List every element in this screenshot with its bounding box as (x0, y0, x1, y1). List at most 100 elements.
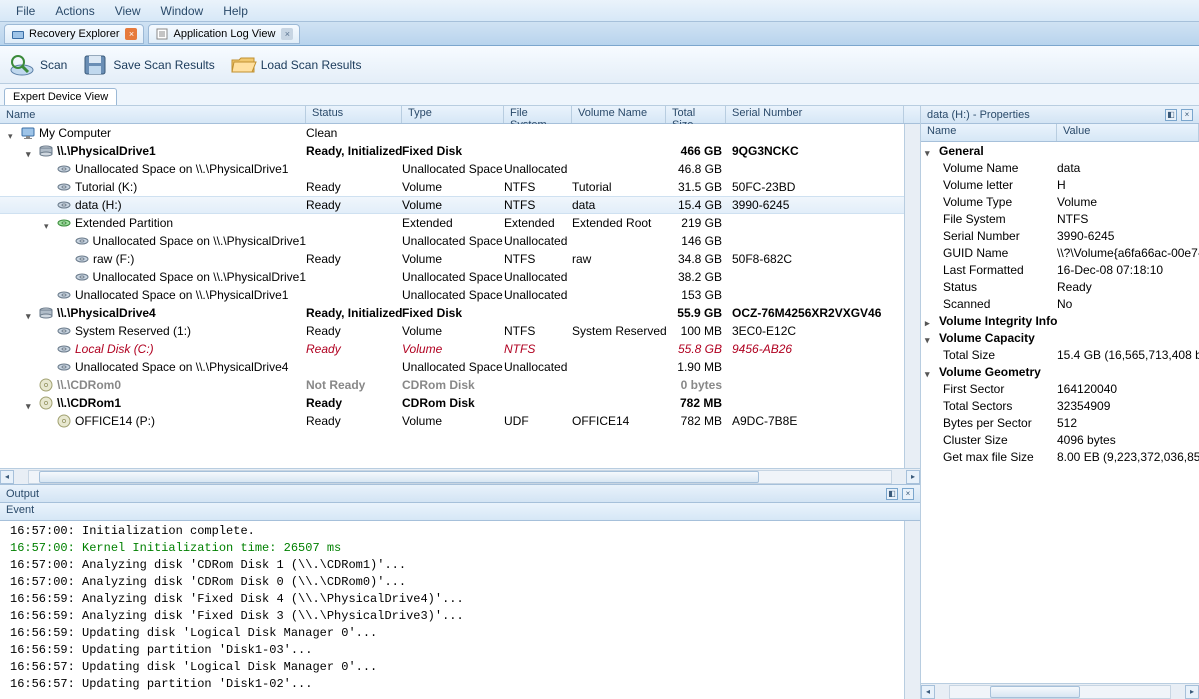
menu-actions[interactable]: Actions (45, 2, 104, 20)
output-title: Output ◧ × (0, 485, 920, 503)
property-row[interactable]: Last Formatted16-Dec-08 07:18:10 (921, 261, 1199, 278)
property-row[interactable]: Volume Namedata (921, 159, 1199, 176)
tree-row[interactable]: Unallocated Space on \\.\PhysicalDrive1U… (0, 286, 904, 304)
close-icon[interactable]: × (1181, 109, 1193, 121)
menu-help[interactable]: Help (213, 2, 258, 20)
row-fs: Unallocated (504, 162, 572, 176)
menu-window[interactable]: Window (151, 2, 214, 20)
tree-row[interactable]: Tutorial (K:)ReadyVolumeNTFSTutorial31.5… (0, 178, 904, 196)
prop-value: 512 (1057, 416, 1199, 430)
properties-panel: data (H:) - Properties ◧ × Name Value Ge… (921, 106, 1199, 699)
col-status[interactable]: Status (306, 106, 402, 123)
property-row[interactable]: Get max file Size8.00 EB (9,223,372,036,… (921, 448, 1199, 465)
device-tree[interactable]: My ComputerClean\\.\PhysicalDrive1Ready,… (0, 124, 904, 468)
property-group[interactable]: Volume Geometry (921, 363, 1199, 380)
expand-icon[interactable] (8, 128, 19, 139)
col-fs[interactable]: File System (504, 106, 572, 123)
cd-icon (57, 414, 71, 428)
log-line: 16:56:59: Analyzing disk 'Fixed Disk 4 (… (10, 591, 894, 608)
tree-row[interactable]: System Reserved (1:)ReadyVolumeNTFSSyste… (0, 322, 904, 340)
expand-icon[interactable] (925, 315, 936, 326)
tree-row[interactable]: Unallocated Space on \\.\PhysicalDrive1U… (0, 160, 904, 178)
close-icon[interactable]: × (281, 28, 293, 40)
scroll-left-icon[interactable]: ◂ (921, 685, 935, 699)
tree-hscroll[interactable]: ◂ ▸ (0, 468, 920, 484)
pin-icon[interactable]: ◧ (1165, 109, 1177, 121)
expand-icon[interactable] (925, 145, 936, 156)
output-col-event[interactable]: Event (0, 503, 920, 521)
tree-row[interactable]: \\.\PhysicalDrive4Ready, InitializedFixe… (0, 304, 904, 322)
row-tsize: 34.8 GB (666, 252, 726, 266)
property-row[interactable]: Volume TypeVolume (921, 193, 1199, 210)
save-scan-button[interactable]: Save Scan Results (81, 52, 214, 78)
col-serial[interactable]: Serial Number (726, 106, 904, 123)
col-prop-value[interactable]: Value (1057, 124, 1199, 141)
property-row[interactable]: Total Size15.4 GB (16,565,713,408 by (921, 346, 1199, 363)
col-vname[interactable]: Volume Name (572, 106, 666, 123)
expand-icon[interactable] (26, 308, 37, 319)
scroll-thumb[interactable] (39, 471, 759, 483)
expert-device-view-tab[interactable]: Expert Device View (4, 88, 117, 105)
scan-button[interactable]: Scan (8, 52, 67, 78)
expand-icon[interactable] (925, 366, 936, 377)
property-row[interactable]: Serial Number3990-6245 (921, 227, 1199, 244)
expand-icon[interactable] (26, 398, 37, 409)
tree-row[interactable]: Unallocated Space on \\.\PhysicalDrive4U… (0, 358, 904, 376)
expand-icon[interactable] (26, 146, 37, 157)
expand-icon[interactable] (44, 218, 55, 229)
close-icon[interactable]: × (125, 28, 137, 40)
property-row[interactable]: File SystemNTFS (921, 210, 1199, 227)
pin-icon[interactable]: ◧ (886, 488, 898, 500)
tree-row[interactable]: Local Disk (C:)ReadyVolumeNTFS55.8 GB945… (0, 340, 904, 358)
menu-file[interactable]: File (6, 2, 45, 20)
property-group[interactable]: Volume Capacity (921, 329, 1199, 346)
cd-icon (39, 378, 53, 392)
tree-row[interactable]: \\.\CDRom1ReadyCDRom Disk782 MB (0, 394, 904, 412)
tree-vscroll[interactable] (904, 124, 920, 468)
scroll-right-icon[interactable]: ▸ (906, 470, 920, 484)
tree-row[interactable]: Unallocated Space on \\.\PhysicalDrive1U… (0, 232, 904, 250)
close-icon[interactable]: × (902, 488, 914, 500)
row-tsize: 46.8 GB (666, 162, 726, 176)
ext-icon (57, 216, 71, 230)
scroll-right-icon[interactable]: ▸ (1185, 685, 1199, 699)
tab-app-log[interactable]: Application Log View × (148, 24, 300, 44)
row-name: Extended Partition (75, 216, 173, 230)
row-tsize: 31.5 GB (666, 180, 726, 194)
property-row[interactable]: ScannedNo (921, 295, 1199, 312)
tree-row[interactable]: OFFICE14 (P:)ReadyVolumeUDFOFFICE14782 M… (0, 412, 904, 430)
row-tsize: 100 MB (666, 324, 726, 338)
property-row[interactable]: Cluster Size4096 bytes (921, 431, 1199, 448)
expand-icon[interactable] (925, 332, 936, 343)
tree-row[interactable]: \\.\PhysicalDrive1Ready, InitializedFixe… (0, 142, 904, 160)
property-row[interactable]: StatusReady (921, 278, 1199, 295)
output-vscroll[interactable] (904, 521, 920, 699)
prop-value: No (1057, 297, 1199, 311)
tree-row[interactable]: Extended PartitionExtendedExtendedExtend… (0, 214, 904, 232)
tree-row[interactable]: data (H:)ReadyVolumeNTFSdata15.4 GB3990-… (0, 196, 904, 214)
property-group[interactable]: General (921, 142, 1199, 159)
property-row[interactable]: Volume letterH (921, 176, 1199, 193)
property-group[interactable]: Volume Integrity Info (921, 312, 1199, 329)
col-tsize[interactable]: Total Size (666, 106, 726, 123)
properties-title-label: data (H:) - Properties (927, 109, 1030, 121)
col-prop-name[interactable]: Name (921, 124, 1057, 141)
col-type[interactable]: Type (402, 106, 504, 123)
props-hscroll[interactable]: ◂ ▸ (921, 683, 1199, 699)
menu-view[interactable]: View (105, 2, 151, 20)
property-row[interactable]: GUID Name\\?\Volume{a6fa66ac-00e7-1 (921, 244, 1199, 261)
tree-row[interactable]: raw (F:)ReadyVolumeNTFSraw34.8 GB50F8-68… (0, 250, 904, 268)
tree-row[interactable]: Unallocated Space on \\.\PhysicalDrive1U… (0, 268, 904, 286)
output-log[interactable]: 16:57:00: Initialization complete.16:57:… (0, 521, 904, 699)
property-row[interactable]: First Sector164120040 (921, 380, 1199, 397)
tab-recovery-explorer[interactable]: Recovery Explorer × (4, 24, 144, 44)
scroll-thumb[interactable] (990, 686, 1080, 698)
tree-row[interactable]: My ComputerClean (0, 124, 904, 142)
scroll-left-icon[interactable]: ◂ (0, 470, 14, 484)
properties-list[interactable]: GeneralVolume NamedataVolume letterHVolu… (921, 142, 1199, 683)
load-scan-button[interactable]: Load Scan Results (229, 52, 362, 78)
col-name[interactable]: Name (0, 106, 306, 123)
property-row[interactable]: Total Sectors32354909 (921, 397, 1199, 414)
property-row[interactable]: Bytes per Sector512 (921, 414, 1199, 431)
tree-row[interactable]: \\.\CDRom0Not ReadyCDRom Disk0 bytes (0, 376, 904, 394)
